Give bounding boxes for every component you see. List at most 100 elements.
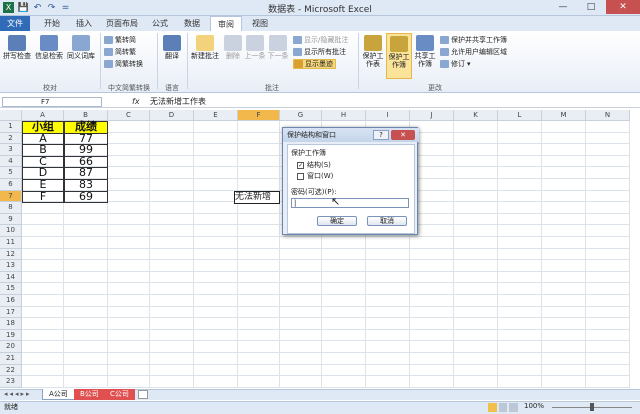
research-button[interactable]: 信息检索 — [34, 35, 64, 60]
cell-f20[interactable] — [238, 341, 280, 353]
cell-j14[interactable] — [410, 271, 454, 284]
select-all-corner[interactable] — [0, 110, 22, 121]
cell-f16[interactable] — [238, 295, 280, 307]
cell-h20[interactable] — [322, 341, 366, 353]
column-header-k[interactable]: K — [454, 110, 498, 121]
cell-f10[interactable] — [238, 225, 280, 237]
row-header-6[interactable]: 6 — [0, 179, 22, 191]
view-buttons[interactable] — [488, 403, 519, 412]
cell-e18[interactable] — [194, 318, 238, 330]
cell-m10[interactable] — [542, 225, 586, 237]
cell-n6[interactable] — [586, 179, 630, 191]
cell-d15[interactable] — [150, 283, 194, 295]
cell-k9[interactable] — [454, 213, 498, 226]
cell-e22[interactable] — [194, 364, 238, 377]
to-simplified-button[interactable]: 繁转简 — [104, 35, 136, 45]
cell-n9[interactable] — [586, 213, 630, 226]
cell-a20[interactable] — [22, 341, 64, 353]
cell-b17[interactable] — [64, 306, 108, 319]
cell-n21[interactable] — [586, 353, 630, 365]
cell-m6[interactable] — [542, 179, 586, 191]
row-header-14[interactable]: 14 — [0, 271, 22, 284]
cell-m11[interactable] — [542, 237, 586, 249]
windows-checkbox[interactable] — [297, 172, 304, 180]
cell-b12[interactable] — [64, 248, 108, 261]
cell-j22[interactable] — [410, 364, 454, 377]
tab-review[interactable]: 审阅 — [210, 16, 242, 32]
cell-l4[interactable] — [498, 155, 542, 168]
row-header-2[interactable]: 2 — [0, 132, 22, 145]
zoom-slider-thumb[interactable] — [590, 403, 594, 411]
prev-comment-button[interactable]: 上一条 — [244, 35, 266, 60]
cell-a14[interactable] — [22, 271, 64, 284]
cell-c1[interactable] — [108, 121, 150, 133]
cell-m15[interactable] — [542, 283, 586, 295]
cell-l1[interactable] — [498, 121, 542, 133]
tab-home[interactable]: 开始 — [38, 16, 66, 31]
cell-d23[interactable] — [150, 376, 194, 388]
cell-d18[interactable] — [150, 318, 194, 330]
row-header-17[interactable]: 17 — [0, 306, 22, 319]
cell-g15[interactable] — [280, 283, 322, 295]
cell-m16[interactable] — [542, 295, 586, 307]
delete-comment-button[interactable]: 删除 — [222, 35, 244, 60]
cell-n7[interactable] — [586, 190, 630, 203]
column-header-l[interactable]: L — [498, 110, 542, 121]
cell-j18[interactable] — [410, 318, 454, 330]
cell-e20[interactable] — [194, 341, 238, 353]
cell-h16[interactable] — [322, 295, 366, 307]
cell-g11[interactable] — [280, 237, 322, 249]
cell-l6[interactable] — [498, 179, 542, 191]
cell-d4[interactable] — [150, 155, 194, 168]
cell-k12[interactable] — [454, 248, 498, 261]
cell-b14[interactable] — [64, 271, 108, 284]
cell-g21[interactable] — [280, 353, 322, 365]
protect-sheet-button[interactable]: 保护工作表 — [361, 35, 385, 68]
cell-e4[interactable] — [194, 155, 238, 168]
cell-m12[interactable] — [542, 248, 586, 261]
row-header-1[interactable]: 1 — [0, 121, 22, 133]
cell-m13[interactable] — [542, 260, 586, 272]
sheet-tab-c[interactable]: C公司 — [104, 389, 135, 400]
cell-j21[interactable] — [410, 353, 454, 365]
cell-e11[interactable] — [194, 237, 238, 249]
cell-f23[interactable] — [238, 376, 280, 388]
cell-e17[interactable] — [194, 306, 238, 319]
cell-a22[interactable] — [22, 364, 64, 377]
cell-e21[interactable] — [194, 353, 238, 365]
cell-l14[interactable] — [498, 271, 542, 284]
column-header-c[interactable]: C — [108, 110, 150, 121]
name-box[interactable]: F7 — [2, 97, 102, 107]
cell-n16[interactable] — [586, 295, 630, 307]
cell-c18[interactable] — [108, 318, 150, 330]
cell-b11[interactable] — [64, 237, 108, 249]
cell-g19[interactable] — [280, 329, 322, 342]
cell-k14[interactable] — [454, 271, 498, 284]
cell-l2[interactable] — [498, 132, 542, 145]
cell-b13[interactable] — [64, 260, 108, 272]
cell-a11[interactable] — [22, 237, 64, 249]
cell-c16[interactable] — [108, 295, 150, 307]
row-header-19[interactable]: 19 — [0, 329, 22, 342]
cell-g17[interactable] — [280, 306, 322, 319]
show-all-comments-button[interactable]: 显示所有批注 — [293, 47, 346, 57]
cell-b10[interactable] — [64, 225, 108, 237]
column-header-i[interactable]: I — [366, 110, 410, 121]
cell-f13[interactable] — [238, 260, 280, 272]
track-changes-button[interactable]: 修订 ▾ — [440, 59, 471, 69]
cell-n8[interactable] — [586, 202, 630, 214]
cell-n22[interactable] — [586, 364, 630, 377]
cell-j17[interactable] — [410, 306, 454, 319]
windows-option[interactable]: 窗口(W) — [297, 171, 333, 181]
cell-e19[interactable] — [194, 329, 238, 342]
password-field[interactable]: | — [291, 198, 409, 208]
cell-g22[interactable] — [280, 364, 322, 377]
cell-m17[interactable] — [542, 306, 586, 319]
row-header-8[interactable]: 8 — [0, 202, 22, 214]
row-header-22[interactable]: 22 — [0, 364, 22, 377]
cell-a13[interactable] — [22, 260, 64, 272]
cell-k6[interactable] — [454, 179, 498, 191]
cell-k22[interactable] — [454, 364, 498, 377]
fx-icon[interactable]: fx — [132, 97, 146, 107]
new-comment-button[interactable]: 新建批注 — [190, 35, 220, 60]
